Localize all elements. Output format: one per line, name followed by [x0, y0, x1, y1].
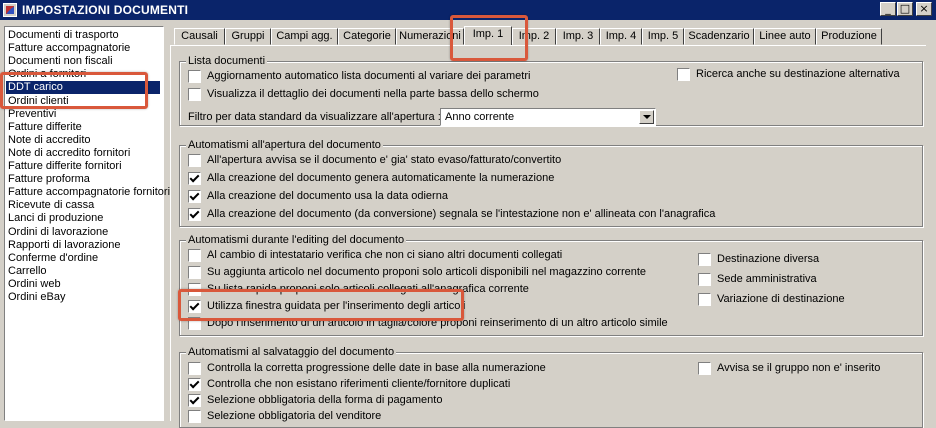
list-item[interactable]: Fatture accompagnatorie — [8, 42, 130, 55]
checkbox-box[interactable] — [698, 362, 711, 375]
checkbox-label: Destinazione diversa — [717, 253, 820, 265]
list-item[interactable]: Carrello — [8, 265, 47, 278]
checkbox-box[interactable] — [188, 172, 201, 185]
checkbox-box[interactable] — [188, 249, 201, 262]
checkbox-label: Selezione obbligatoria del venditore — [207, 410, 382, 422]
highlight-ddt-carico — [0, 72, 148, 109]
filter-date-value: Anno corrente — [445, 111, 515, 123]
close-button[interactable]: × — [916, 2, 932, 16]
list-item[interactable]: Ordini eBay — [8, 291, 65, 304]
group-title: Automatismi all'apertura del documento — [186, 139, 383, 151]
filter-label: Filtro per data standard da visualizzare… — [188, 111, 441, 123]
checkbox-label: Variazione di destinazione — [717, 293, 845, 305]
list-item[interactable]: Ordini web — [8, 278, 61, 291]
tab-imp-5[interactable]: Imp. 5 — [642, 28, 684, 45]
checkbox-box[interactable] — [188, 394, 201, 407]
checkbox-label: Al cambio di intestatario verifica che n… — [207, 249, 563, 261]
checkbox-box[interactable] — [698, 273, 711, 286]
filter-date-select[interactable]: Anno corrente — [440, 108, 656, 126]
checkbox-label: Controlla che non esistano riferimenti c… — [207, 378, 511, 390]
list-item[interactable]: Lanci di produzione — [8, 212, 103, 225]
tab-panel: Lista documenti Aggiornamento automatico… — [170, 45, 930, 428]
checkbox-label: Su aggiunta articolo nel documento propo… — [207, 266, 647, 278]
checkbox-box[interactable] — [698, 293, 711, 306]
tab-gruppi[interactable]: Gruppi — [225, 28, 271, 45]
checkbox-label: Visualizza il dettaglio dei documenti ne… — [207, 88, 539, 100]
tab-causali[interactable]: Causali — [174, 28, 225, 45]
group-apertura: Automatismi all'apertura del documento A… — [179, 139, 923, 227]
list-item[interactable]: Ordini di lavorazione — [8, 226, 108, 239]
highlight-tab-imp1 — [450, 15, 528, 61]
group-editing: Automatismi durante l'editing del docume… — [179, 234, 923, 336]
group-salvataggio: Automatismi al salvataggio del documento… — [179, 346, 923, 428]
highlight-finestra-guidata — [178, 289, 464, 321]
checkbox-box[interactable] — [188, 88, 201, 101]
chevron-down-icon[interactable] — [639, 110, 654, 124]
checkbox-box[interactable] — [188, 410, 201, 423]
list-item[interactable]: Rapporti di lavorazione — [8, 239, 121, 252]
checkbox-label: Sede amministrativa — [717, 273, 817, 285]
tab-categorie[interactable]: Categorie — [338, 28, 396, 45]
checkbox-label: Selezione obbligatoria della forma di pa… — [207, 394, 443, 406]
checkbox-label: Alla creazione del documento (da convers… — [207, 208, 716, 220]
checkbox-label: Ricerca anche su destinazione alternativ… — [696, 68, 900, 80]
checkbox-box[interactable] — [188, 378, 201, 391]
checkbox-box[interactable] — [188, 154, 201, 167]
list-item[interactable]: Conferme d'ordine — [8, 252, 98, 265]
checkbox-label: Avvisa se il gruppo non e' inserito — [717, 362, 881, 374]
tab-scadenzario[interactable]: Scadenzario — [684, 28, 754, 45]
checkbox-box[interactable] — [677, 68, 690, 81]
checkbox-box[interactable] — [188, 266, 201, 279]
minimize-button[interactable]: _ — [880, 2, 896, 16]
app-icon — [3, 3, 17, 17]
list-item[interactable]: Documenti non fiscali — [8, 55, 113, 68]
tab-campi-agg[interactable]: Campi agg. — [271, 28, 338, 45]
list-item[interactable]: Fatture differite — [8, 121, 82, 134]
list-item[interactable]: Note di accredito — [8, 134, 91, 147]
tab-imp-3[interactable]: Imp. 3 — [556, 28, 600, 45]
list-item[interactable]: Fatture differite fornitori — [8, 160, 122, 173]
list-item[interactable]: Fatture accompagnatorie fornitori — [8, 186, 170, 199]
checkbox-label: Controlla la corretta progressione delle… — [207, 362, 546, 374]
tab-imp-4[interactable]: Imp. 4 — [600, 28, 642, 45]
list-item[interactable]: Documenti di trasporto — [8, 29, 119, 42]
group-title: Automatismi durante l'editing del docume… — [186, 234, 407, 246]
checkbox-label: Alla creazione del documento usa la data… — [207, 190, 448, 202]
scrollbar[interactable] — [926, 20, 936, 421]
checkbox-box[interactable] — [698, 253, 711, 266]
tab-produzione[interactable]: Produzione — [816, 28, 882, 45]
checkbox-box[interactable] — [188, 190, 201, 203]
list-item[interactable]: Fatture proforma — [8, 173, 90, 186]
group-title: Automatismi al salvataggio del documento — [186, 346, 397, 358]
checkbox-box[interactable] — [188, 208, 201, 221]
checkbox-label: All'apertura avvisa se il documento e' g… — [207, 154, 562, 166]
tab-linee-auto[interactable]: Linee auto — [754, 28, 816, 45]
group-lista-documenti: Lista documenti Aggiornamento automatico… — [179, 55, 923, 126]
maximize-button[interactable]: □ — [897, 2, 913, 16]
group-title: Lista documenti — [186, 55, 268, 67]
checkbox-box[interactable] — [188, 362, 201, 375]
checkbox-box[interactable] — [188, 70, 201, 83]
window-title: IMPOSTAZIONI DOCUMENTI — [22, 3, 189, 17]
checkbox-label: Aggiornamento automatico lista documenti… — [207, 70, 531, 82]
list-item[interactable]: Note di accredito fornitori — [8, 147, 130, 160]
checkbox-label: Alla creazione del documento genera auto… — [207, 172, 555, 184]
list-item[interactable]: Ricevute di cassa — [8, 199, 94, 212]
list-item[interactable]: Preventivi — [8, 108, 56, 121]
